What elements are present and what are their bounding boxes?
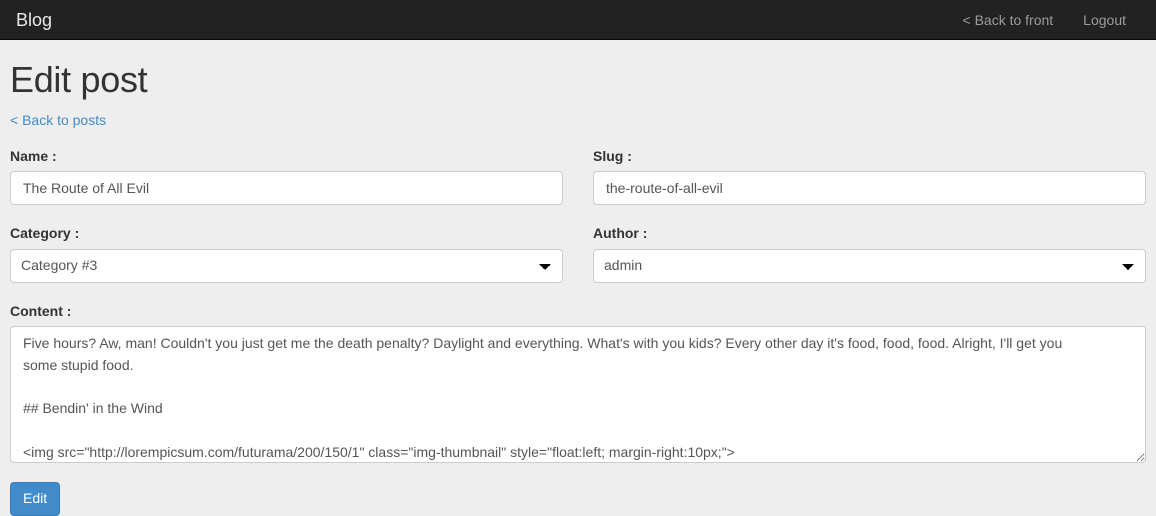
nav-back-to-front-link[interactable]: < Back to front — [948, 10, 1069, 30]
author-select[interactable]: admin — [593, 248, 1146, 283]
top-navbar: Blog < Back to front Logout — [0, 0, 1156, 40]
navbar-right-links: < Back to front Logout — [948, 10, 1142, 30]
navbar-brand-blog[interactable]: Blog — [15, 10, 52, 30]
content-field-label: Content : — [10, 302, 72, 319]
form-group-category: Category : Category #1Category #2Categor… — [10, 224, 563, 283]
form-row-category-author: Category : Category #1Category #2Categor… — [10, 224, 1146, 283]
author-field-label: Author : — [593, 225, 648, 242]
category-select[interactable]: Category #1Category #2Category #3Categor… — [10, 248, 563, 283]
name-field-label: Name : — [10, 147, 57, 164]
page-container: Edit post < Back to posts Name : Slug : … — [0, 60, 1156, 516]
form-group-name: Name : — [10, 147, 563, 206]
form-group-slug: Slug : — [593, 147, 1146, 206]
edit-submit-button[interactable]: Edit — [10, 482, 61, 516]
slug-field-label: Slug : — [593, 147, 632, 164]
back-to-posts-link[interactable]: < Back to posts — [10, 112, 106, 128]
nav-logout-link[interactable]: Logout — [1068, 10, 1141, 30]
form-group-author: Author : admin — [593, 224, 1146, 283]
content-textarea[interactable]: Five hours? Aw, man! Couldn't you just g… — [10, 326, 1146, 464]
slug-input[interactable] — [593, 171, 1146, 206]
form-row-name-slug: Name : Slug : — [10, 147, 1146, 206]
page-title: Edit post — [10, 59, 148, 100]
form-group-content: Content : Five hours? Aw, man! Couldn't … — [10, 302, 1146, 464]
name-input[interactable] — [10, 171, 563, 206]
category-field-label: Category : — [10, 225, 80, 242]
